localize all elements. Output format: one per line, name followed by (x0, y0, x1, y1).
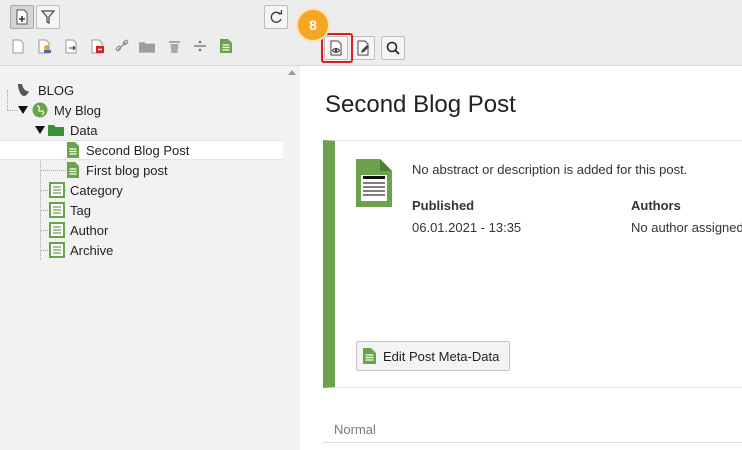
tree-item-author[interactable]: Author (0, 220, 283, 240)
tree-item-label: Author (70, 223, 109, 238)
tree-item-tag[interactable]: Tag (0, 200, 283, 220)
step-highlight-box (321, 33, 353, 63)
page-doc-icon[interactable] (218, 37, 234, 55)
tree-item-label: First blog post (86, 163, 168, 178)
tree-item-label: Archive (70, 243, 114, 258)
tree-item-label: Tag (70, 203, 91, 218)
tree-item-second-blog-post[interactable]: Second Blog Post (0, 140, 283, 160)
globe-icon (32, 102, 48, 118)
edit-page-button[interactable] (351, 36, 375, 60)
expand-caret-icon[interactable] (18, 106, 28, 114)
tree-root[interactable]: BLOG (0, 80, 283, 100)
new-page-icon (16, 9, 28, 25)
page-tree-toolbar (0, 0, 300, 66)
published-value: 06.01.2021 - 13:35 (412, 220, 522, 235)
tree-item-label: Second Blog Post (86, 143, 190, 158)
tree-item-archive[interactable]: Archive (0, 240, 283, 260)
refresh-icon (270, 10, 283, 23)
divider-icon[interactable] (192, 37, 208, 55)
tree-item-first-blog-post[interactable]: First blog post (0, 160, 283, 180)
page-user-icon[interactable] (37, 37, 53, 55)
page-delete-icon[interactable] (90, 37, 106, 55)
link-icon[interactable] (114, 37, 130, 55)
step-badge: 8 (298, 10, 328, 40)
tree-item-data[interactable]: Data (0, 120, 283, 140)
typo3-logo-icon (18, 84, 29, 96)
search-button[interactable] (381, 36, 405, 60)
blog-post-large-icon (356, 159, 392, 207)
new-page-button[interactable] (10, 5, 34, 29)
search-icon (386, 41, 400, 55)
tree-scrollbar[interactable] (284, 66, 300, 450)
list-page-icon (49, 182, 65, 198)
divider (323, 442, 742, 443)
tree-item-label: My Blog (54, 103, 101, 118)
edit-page-icon (357, 40, 369, 56)
authors-label: Authors (631, 198, 681, 213)
page-move-icon[interactable] (64, 37, 80, 55)
list-page-icon (49, 222, 65, 238)
tree-item-my-blog[interactable]: My Blog (0, 100, 283, 120)
post-info-card: No abstract or description is added for … (323, 140, 742, 388)
trash-icon[interactable] (166, 37, 182, 55)
authors-value: No author assigned (631, 220, 742, 235)
refresh-button[interactable] (264, 5, 288, 29)
tree-item-label: Data (70, 123, 98, 138)
blog-post-icon (363, 348, 376, 364)
list-page-icon (49, 202, 65, 218)
folder-icon[interactable] (139, 37, 155, 55)
list-page-icon (49, 242, 65, 258)
post-abstract: No abstract or description is added for … (412, 162, 688, 177)
expand-caret-icon[interactable] (35, 126, 45, 134)
folder-green-icon (48, 125, 64, 136)
blog-post-icon (67, 162, 79, 178)
main-content: Second Blog Post No abstract or descript… (300, 66, 742, 450)
filter-button[interactable] (36, 5, 60, 29)
column-normal-label: Normal (334, 422, 376, 437)
edit-post-meta-button[interactable]: Edit Post Meta-Data (356, 341, 510, 371)
blog-post-icon (67, 142, 79, 158)
module-docheader (264, 0, 742, 66)
page-title: Second Blog Post (325, 91, 516, 118)
scroll-up-arrow-icon[interactable] (288, 70, 296, 75)
tree-item-category[interactable]: Category (0, 180, 283, 200)
tree-root-label: BLOG (38, 83, 75, 98)
page-tree: BLOG My Blog Data Second Blog Post First… (0, 66, 300, 450)
page-new-icon[interactable] (10, 37, 26, 55)
filter-icon (40, 10, 56, 24)
tree-item-label: Category (70, 183, 123, 198)
edit-post-meta-label: Edit Post Meta-Data (383, 348, 500, 364)
published-label: Published (412, 198, 475, 213)
